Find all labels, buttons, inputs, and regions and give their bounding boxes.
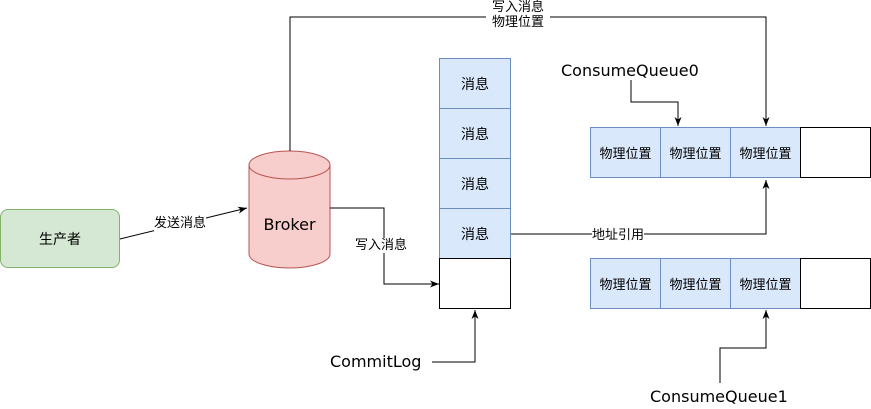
queue0-position-label: 物理位置 bbox=[599, 147, 652, 162]
broker-label: Broker bbox=[263, 215, 316, 234]
queue1-position-label: 物理位置 bbox=[739, 278, 792, 293]
edge-write-queue-label-line1: 写入消息 bbox=[491, 0, 544, 15]
diagram-canvas: 生产者 Broker 消息 消息 消息 消息 物理位置 物理位置 物理位置 物理… bbox=[0, 0, 871, 409]
connector-layer bbox=[119, 16, 770, 383]
commitlog-message-label: 消息 bbox=[461, 126, 489, 143]
edge-commitlog-label bbox=[432, 310, 479, 363]
queue1-position-1: 物理位置 bbox=[590, 258, 661, 309]
edge-send-label: 发送消息 bbox=[154, 216, 207, 231]
commitlog-empty-slot bbox=[439, 258, 511, 309]
edge-queue1-label bbox=[719, 310, 770, 383]
commitlog-message-1: 消息 bbox=[439, 58, 511, 109]
queue0-position-label: 物理位置 bbox=[669, 147, 722, 162]
queue0-position-3: 物理位置 bbox=[730, 127, 801, 178]
queue0-label: ConsumeQueue0 bbox=[561, 61, 699, 80]
edge-write-queue-label: 写入消息 物理位置 bbox=[486, 0, 550, 30]
edge-address-ref bbox=[510, 180, 770, 235]
queue1-empty-slot bbox=[800, 258, 871, 309]
queue1-position-label: 物理位置 bbox=[599, 278, 652, 293]
producer-label: 生产者 bbox=[39, 231, 81, 248]
queue1-position-3: 物理位置 bbox=[730, 258, 801, 309]
edge-queue0-label bbox=[630, 80, 682, 126]
queue0-position-label: 物理位置 bbox=[739, 147, 792, 162]
queue1-label: ConsumeQueue1 bbox=[650, 387, 788, 406]
commitlog-message-4: 消息 bbox=[439, 208, 511, 259]
queue1-position-2: 物理位置 bbox=[660, 258, 731, 309]
commitlog-message-label: 消息 bbox=[461, 76, 489, 93]
edge-address-ref-label: 地址引用 bbox=[592, 228, 645, 243]
producer-node: 生产者 bbox=[0, 209, 120, 268]
commitlog-message-label: 消息 bbox=[461, 226, 489, 243]
commitlog-message-2: 消息 bbox=[439, 108, 511, 159]
queue0-empty-slot bbox=[800, 127, 871, 178]
commitlog-message-label: 消息 bbox=[461, 176, 489, 193]
broker-cylinder bbox=[248, 150, 331, 269]
edge-write-commitlog-label: 写入消息 bbox=[355, 238, 408, 253]
queue0-position-2: 物理位置 bbox=[660, 127, 731, 178]
commitlog-message-3: 消息 bbox=[439, 158, 511, 209]
commitlog-label: CommitLog bbox=[330, 352, 422, 371]
queue1-position-label: 物理位置 bbox=[669, 278, 722, 293]
edge-write-queue-label-line2: 物理位置 bbox=[491, 15, 544, 30]
queue0-position-1: 物理位置 bbox=[590, 127, 661, 178]
